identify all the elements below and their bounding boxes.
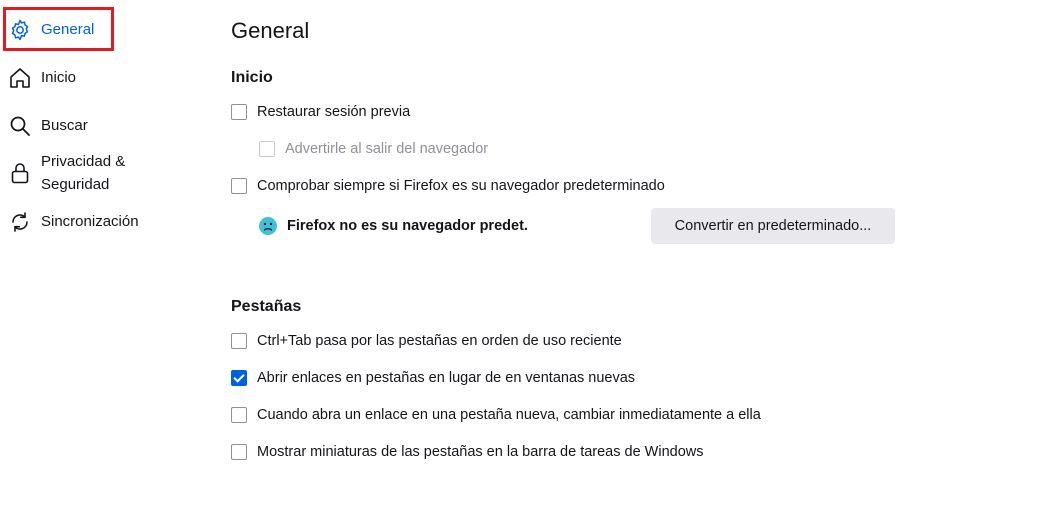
ctrl-tab-row: Ctrl+Tab pasa por las pestañas en orden … (231, 333, 622, 349)
gear-icon (8, 18, 32, 42)
check-default-label: Comprobar siempre si Firefox es su naveg… (257, 178, 665, 194)
sidebar-item-label-line1: Privacidad & (41, 153, 126, 170)
sidebar-item-inicio[interactable]: Inicio (8, 66, 76, 90)
sidebar-item-label: Inicio (41, 69, 77, 86)
sidebar-item-label-line2: Seguridad (41, 176, 110, 193)
lock-icon (8, 161, 32, 185)
check-default-checkbox[interactable] (231, 178, 247, 194)
check-default-row: Comprobar siempre si Firefox es su naveg… (231, 178, 665, 194)
warn-on-quit-label: Advertirle al salir del navegador (285, 141, 489, 157)
sidebar-item-buscar[interactable]: Buscar (8, 114, 88, 138)
restore-session-row: Restaurar sesión previa (231, 104, 410, 120)
switch-to-new-tab-label: Cuando abra un enlace en una pestaña nue… (257, 407, 761, 423)
open-links-in-tabs-checkbox[interactable] (231, 370, 247, 386)
taskbar-previews-checkbox[interactable] (231, 444, 247, 460)
page-title: General (231, 18, 310, 43)
warn-on-quit-checkbox[interactable] (259, 141, 275, 157)
sidebar-item-privacidad[interactable]: Privacidad & Seguridad (8, 150, 125, 196)
sidebar-item-general[interactable]: General (8, 18, 94, 42)
warn-on-quit-row: Advertirle al salir del navegador (259, 141, 488, 157)
switch-to-new-tab-checkbox[interactable] (231, 407, 247, 423)
section-heading-inicio: Inicio (231, 69, 273, 86)
home-icon (8, 66, 32, 90)
open-links-in-tabs-row: Abrir enlaces en pestañas en lugar de en… (231, 370, 635, 386)
ctrl-tab-checkbox[interactable] (231, 333, 247, 349)
make-default-button[interactable]: Convertir en predeterminado... (651, 208, 895, 244)
ctrl-tab-label: Ctrl+Tab pasa por las pestañas en orden … (257, 333, 622, 349)
sidebar-item-label: Sincronización (41, 213, 139, 230)
restore-session-checkbox[interactable] (231, 104, 247, 120)
sidebar-item-label: Privacidad & Seguridad (41, 150, 125, 196)
sidebar-item-label: Buscar (41, 117, 88, 134)
default-browser-status-text: Firefox no es su navegador predet. (287, 218, 528, 234)
sidebar-nav: General Inicio Buscar Privacidad & Segur… (0, 0, 200, 514)
open-links-in-tabs-label: Abrir enlaces en pestañas en lugar de en… (257, 370, 636, 386)
sync-icon (8, 210, 32, 234)
taskbar-previews-label: Mostrar miniaturas de las pestañas en la… (257, 444, 704, 460)
sidebar-item-sincronizacion[interactable]: Sincronización (8, 210, 139, 234)
default-browser-status: Firefox no es su navegador predet. (258, 216, 528, 236)
sidebar-item-label: General (41, 21, 95, 38)
taskbar-previews-row: Mostrar miniaturas de las pestañas en la… (231, 444, 704, 460)
switch-to-new-tab-row: Cuando abra un enlace en una pestaña nue… (231, 407, 761, 423)
search-icon (8, 114, 32, 138)
section-heading-pestanas: Pestañas (231, 298, 302, 315)
sad-face-icon (258, 216, 278, 236)
restore-session-label: Restaurar sesión previa (257, 104, 411, 120)
